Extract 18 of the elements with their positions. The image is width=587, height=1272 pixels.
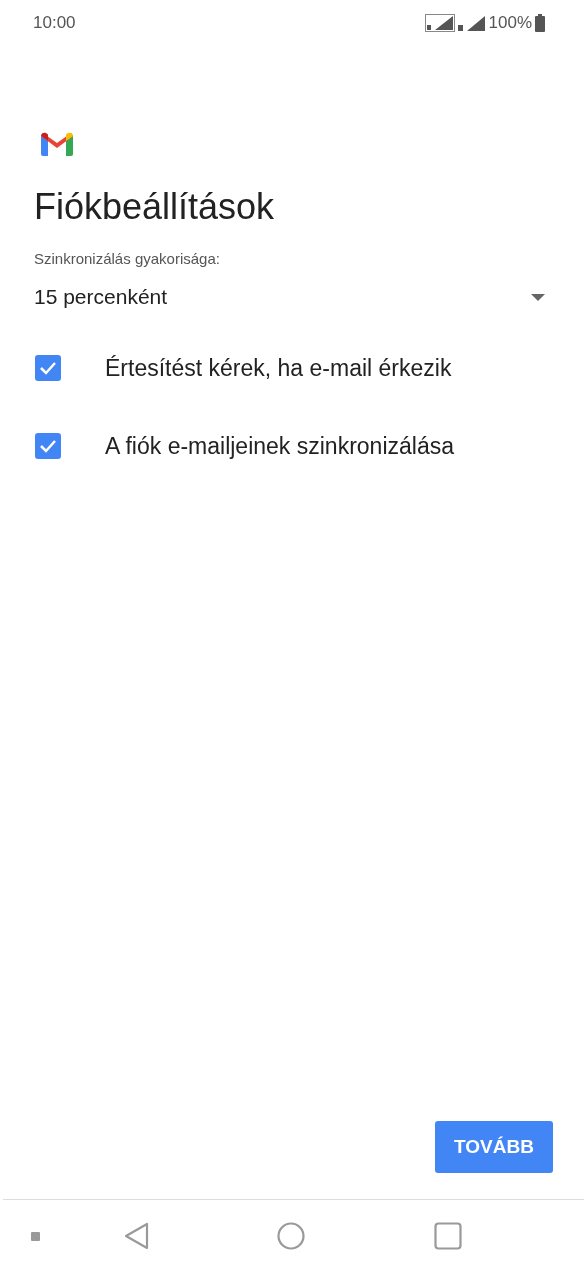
field-label: Szinkronizálás gyakorisága:	[34, 250, 221, 267]
next-button[interactable]: TOVÁBB	[435, 1121, 553, 1173]
frequency-dropdown[interactable]: 15 percenként	[34, 281, 545, 313]
page-title: Fiókbeállítások	[34, 186, 276, 228]
battery-level: 100%	[488, 12, 532, 33]
recents-icon[interactable]	[434, 1222, 462, 1250]
signal-icon	[457, 13, 486, 32]
back-icon[interactable]	[124, 1222, 150, 1250]
clock: 10:00	[33, 12, 76, 33]
home-icon[interactable]	[277, 1222, 305, 1250]
mail-logo-icon	[41, 132, 73, 156]
signal-icon	[424, 13, 455, 32]
option-label: Értesítést kérek, ha e-mail érkezik	[105, 354, 452, 382]
dropdown-arrow-icon	[531, 293, 545, 301]
option-label: A fiók e-mailjeinek szinkronizálása	[105, 432, 454, 460]
battery-icon	[535, 13, 545, 32]
checkbox[interactable]	[35, 433, 61, 459]
checkbox[interactable]	[35, 355, 61, 381]
